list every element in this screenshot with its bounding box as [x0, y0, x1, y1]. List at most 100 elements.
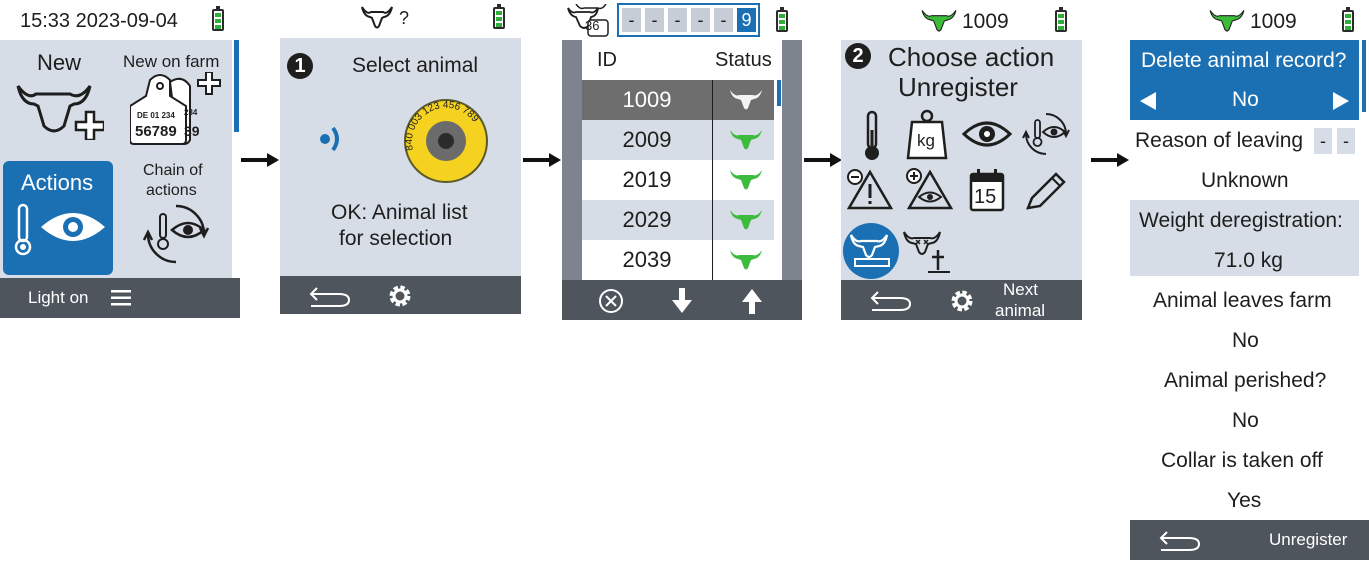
- reason-of-leaving-value[interactable]: Unknown: [1201, 169, 1289, 193]
- footer-bar: Light on: [0, 278, 240, 318]
- herd-count: 36: [585, 18, 600, 33]
- collar-taken-off-label: Collar is taken off: [1161, 449, 1323, 472]
- battery-icon: [212, 6, 224, 31]
- animal-id: 2019: [582, 160, 712, 200]
- animal-id-header: 1009: [962, 10, 1009, 33]
- arrow-left-icon[interactable]: [1140, 92, 1156, 110]
- menu-item-actions-label: Actions: [21, 170, 94, 195]
- footer-bar: Next animal: [841, 280, 1082, 320]
- settings-gear-icon[interactable]: [388, 284, 412, 308]
- status-cell: [713, 240, 774, 280]
- column-header-status: Status: [715, 49, 772, 71]
- animal-leaves-farm-label: Animal leaves farm: [1153, 289, 1332, 312]
- flow-arrow-2: [523, 153, 561, 167]
- scale-unit-label: kg: [917, 131, 935, 150]
- settings-gear-icon[interactable]: [950, 289, 974, 313]
- weight-deregistration-value[interactable]: 71.0 kg: [1214, 249, 1283, 273]
- status-cell: [713, 200, 774, 240]
- warning-minus-icon[interactable]: [846, 168, 894, 210]
- cow-green-icon: [1209, 10, 1245, 32]
- id-digit-active[interactable]: 9: [737, 8, 756, 32]
- next-animal-label-1[interactable]: Next: [1003, 280, 1038, 300]
- animal-id: 2009: [582, 120, 712, 160]
- thermometer-eye-icon: [14, 203, 105, 256]
- menu-item-new-on-farm-label: New on farm: [123, 52, 220, 71]
- thermometer-icon[interactable]: [860, 110, 884, 162]
- status-cell: [713, 160, 774, 200]
- battery-icon: [1342, 7, 1354, 32]
- choose-action-title: Choose action: [888, 42, 1055, 72]
- battery-icon: [493, 4, 505, 29]
- footer-bar: [562, 280, 802, 320]
- unregister-action-selected[interactable]: [843, 223, 899, 279]
- flow-arrow-3: [804, 153, 842, 167]
- step-number-badge: 2: [845, 43, 871, 69]
- status-cell: [713, 80, 774, 120]
- hint-line-2: for selection: [339, 227, 453, 250]
- cow-unregister-icon: [849, 234, 890, 267]
- select-animal-title: Select animal: [352, 54, 479, 77]
- animal-id: 2029: [582, 200, 712, 240]
- id-digit[interactable]: -: [691, 8, 710, 32]
- animal-row[interactable]: 2009: [582, 120, 774, 160]
- cycle-thermometer-eye-icon[interactable]: [1021, 110, 1071, 158]
- arrow-up-icon[interactable]: [742, 288, 762, 314]
- id-entry-field[interactable]: - - - - - 9: [617, 3, 760, 37]
- collar-taken-off-value[interactable]: Yes: [1227, 489, 1261, 513]
- cow-status-green-icon: [730, 130, 762, 150]
- back-icon[interactable]: [1157, 528, 1203, 552]
- animal-id-header: 1009: [1250, 10, 1297, 33]
- calendar-day: 15: [974, 186, 997, 208]
- animal-row[interactable]: 1009: [582, 80, 774, 120]
- menu-item-actions[interactable]: Actions: [3, 161, 113, 275]
- animal-leaves-farm-value[interactable]: No: [1232, 329, 1259, 353]
- rfid-scan-icon: [320, 126, 339, 152]
- cow-status-green-icon: [730, 210, 762, 230]
- cow-outline-icon: [361, 6, 393, 29]
- ear-tag-number: 56789: [135, 123, 177, 140]
- cow-green-icon: [921, 10, 957, 32]
- flow-arrow-4: [1091, 153, 1129, 167]
- ear-tag-line: DE 01 234: [137, 111, 175, 120]
- cancel-icon[interactable]: [598, 288, 624, 314]
- id-digit[interactable]: -: [645, 8, 664, 32]
- reason-code-box[interactable]: -: [1314, 128, 1332, 154]
- cow-deceased-icon[interactable]: [902, 230, 952, 274]
- arrow-down-icon[interactable]: [672, 288, 692, 314]
- clock-date: 15:33 2023-09-04: [20, 10, 178, 32]
- light-on-button[interactable]: Light on: [28, 288, 89, 308]
- delete-record-selector[interactable]: Delete animal record? No: [1130, 40, 1359, 120]
- animal-id: 1009: [582, 80, 712, 120]
- cow-add-icon: [16, 85, 104, 140]
- animal-id: 2039: [582, 240, 712, 280]
- unregister-button[interactable]: Unregister: [1269, 530, 1347, 550]
- back-icon[interactable]: [307, 284, 353, 308]
- eye-icon[interactable]: [962, 118, 1012, 150]
- menu-item-new-label: New: [37, 50, 82, 75]
- cycle-thermometer-eye-icon: [142, 204, 210, 264]
- reason-of-leaving-label: Reason of leaving: [1135, 129, 1304, 152]
- menu-icon[interactable]: [111, 290, 131, 306]
- id-digit[interactable]: -: [714, 8, 733, 32]
- animal-row[interactable]: 2039: [582, 240, 774, 280]
- arrow-right-icon[interactable]: [1333, 92, 1349, 110]
- next-animal-label-2[interactable]: animal: [995, 301, 1045, 321]
- back-icon[interactable]: [868, 288, 914, 312]
- form-scrollbar[interactable]: [1362, 40, 1366, 112]
- animal-row[interactable]: 2029: [582, 200, 774, 240]
- id-digit[interactable]: -: [622, 8, 641, 32]
- id-digit[interactable]: -: [668, 8, 687, 32]
- reason-code-box[interactable]: -: [1337, 128, 1355, 154]
- footer-bar: [280, 276, 521, 314]
- menu-scrollbar[interactable]: [234, 40, 239, 132]
- warning-eye-plus-icon[interactable]: [904, 166, 954, 210]
- list-scrollbar[interactable]: [777, 80, 781, 106]
- animal-row[interactable]: 2019: [582, 160, 774, 200]
- status-cell: [713, 120, 774, 160]
- animal-perished-value[interactable]: No: [1232, 409, 1259, 433]
- animal-unknown-status: ?: [399, 8, 410, 28]
- edit-pencil-icon[interactable]: [1024, 172, 1066, 212]
- menu-item-chain-label-2: actions: [146, 182, 197, 199]
- hint-line-1: OK: Animal list: [331, 201, 468, 224]
- menu-item-chain-label-1: Chain of: [143, 162, 203, 179]
